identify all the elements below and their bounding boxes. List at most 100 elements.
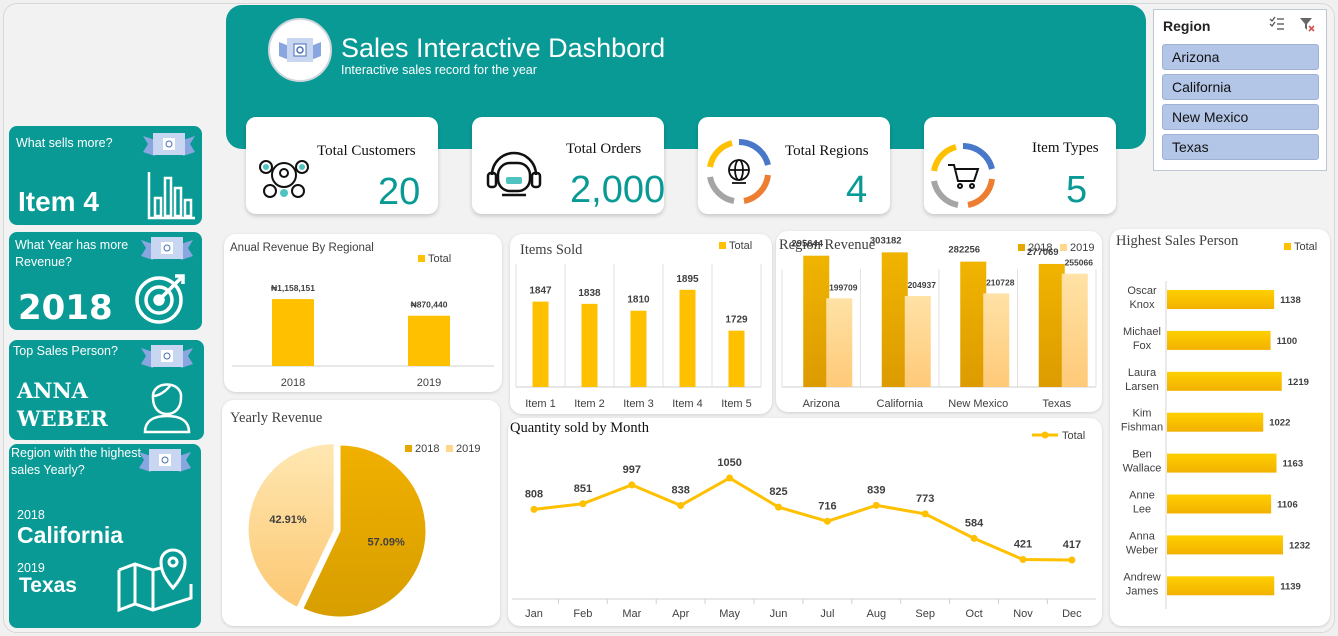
- category-label-first: Michael: [1123, 326, 1161, 338]
- data-label: 42.91%: [269, 514, 307, 526]
- legend-swatch: [1018, 244, 1025, 251]
- card-question: What Year has more Revenue?: [15, 238, 129, 269]
- globe-location-icon: [707, 139, 771, 204]
- data-label: 1163: [1283, 459, 1304, 470]
- kpi-value: 5: [1066, 169, 1088, 211]
- line-point: [530, 505, 538, 513]
- data-label: 255066: [1065, 258, 1094, 268]
- category-label-first: Ben: [1132, 449, 1152, 461]
- tick-label: Texas: [1042, 398, 1071, 410]
- category-label-first: Anna: [1129, 530, 1156, 542]
- bar-2018: [1038, 263, 1065, 387]
- legend-label: 2018: [415, 443, 439, 455]
- bar: [408, 315, 450, 366]
- data-label: 210728: [986, 277, 1015, 287]
- data-label: 1232: [1289, 540, 1310, 551]
- legend-swatch: [1284, 243, 1291, 250]
- data-label: 1219: [1288, 377, 1309, 388]
- data-label: 303182: [870, 235, 902, 246]
- region-revenue-plot: 2018 2019295644199709Arizona303182204937C…: [781, 235, 1097, 410]
- bar-2019: [826, 298, 853, 387]
- tick-label: Item 1: [525, 398, 556, 410]
- year-revenue-card: What Year has more Revenue? 2018: [9, 232, 202, 330]
- data-label: 838: [672, 484, 690, 496]
- bar: [728, 330, 745, 387]
- bar-2018: [960, 261, 987, 387]
- shopping-cart-icon: [931, 143, 995, 208]
- bar: [532, 301, 549, 387]
- slicer-item-california[interactable]: California: [1162, 74, 1319, 100]
- category-label-first: Laura: [1128, 367, 1157, 379]
- data-label: 1050: [717, 457, 741, 469]
- bar: [1167, 290, 1275, 309]
- yearly-revenue-plot: 2018 2019 57.09% 42.91%: [247, 443, 480, 618]
- tick-label: Item 2: [574, 398, 605, 410]
- data-label: 282256: [948, 245, 980, 256]
- tick-label: Item 5: [721, 398, 752, 410]
- tick-label: Item 4: [672, 398, 703, 410]
- tick-label: Apr: [672, 608, 689, 620]
- target-icon: [135, 274, 185, 324]
- tick-label: New Mexico: [948, 398, 1008, 410]
- data-label: 839: [867, 484, 885, 496]
- legend-label: Total: [1062, 430, 1085, 442]
- slicer-title: Region: [1163, 18, 1211, 34]
- kpi-card-item-types: Item Types 5: [924, 117, 1116, 214]
- slicer-item-texas[interactable]: Texas: [1162, 134, 1319, 160]
- card-question: Top Sales Person?: [13, 344, 118, 358]
- tick-label: May: [719, 608, 740, 620]
- logo-icon: [279, 38, 321, 62]
- data-label: 1022: [1269, 418, 1290, 429]
- data-label: ₦1,158,151: [271, 283, 315, 293]
- legend-label: Total: [428, 253, 451, 265]
- year-1-label: 2018: [17, 508, 45, 522]
- clear-filter-icon[interactable]: [1298, 16, 1316, 32]
- card-answer-line1: ANNA: [17, 378, 88, 403]
- legend-label: Total: [1294, 241, 1317, 253]
- tick-label: Item 3: [623, 398, 654, 410]
- card-answer-line2: WEBER: [17, 406, 108, 431]
- slicer-item-arizona[interactable]: Arizona: [1162, 44, 1319, 70]
- bar: [1167, 453, 1277, 473]
- data-label: 1138: [1280, 295, 1301, 306]
- category-label-last: Larsen: [1125, 381, 1159, 393]
- line-point: [921, 510, 929, 518]
- line-point: [872, 501, 880, 509]
- bar-2019: [1061, 273, 1088, 387]
- bar: [1167, 494, 1272, 514]
- page-subtitle: Interactive sales record for the year: [341, 63, 537, 77]
- tick-label: 2019: [417, 377, 441, 389]
- data-label: 57.09%: [367, 536, 405, 548]
- data-label: 295644: [791, 239, 823, 250]
- category-label-first: Andrew: [1123, 571, 1160, 583]
- card-question: Region with the highest sales Yearly?: [11, 446, 141, 477]
- legend-swatch: [719, 242, 726, 249]
- tick-label: Feb: [573, 608, 592, 620]
- legend-label: 2019: [1070, 242, 1094, 254]
- line-point: [1068, 556, 1076, 564]
- bar: [1167, 535, 1283, 555]
- tick-label: Jul: [820, 608, 834, 620]
- bar-2018: [803, 255, 830, 387]
- quantity-by-month-chart: Quantity sold by Month Total 808 Jan 851 Feb…: [508, 418, 1102, 626]
- kpi-label: Total Orders: [566, 141, 642, 157]
- bar: [1167, 330, 1271, 350]
- tick-label: 2018: [281, 377, 305, 389]
- data-label: 1810: [627, 295, 650, 306]
- slicer-item-new-mexico[interactable]: New Mexico: [1162, 104, 1319, 130]
- line-point: [579, 500, 587, 508]
- multi-select-icon[interactable]: [1268, 16, 1286, 32]
- kpi-card-regions: Total Regions 4: [698, 117, 890, 214]
- bar: [630, 310, 647, 387]
- year-2-label: 2019: [17, 561, 45, 575]
- bar-chart-icon: [147, 172, 195, 220]
- page-title: Sales Interactive Dashbord: [341, 33, 666, 63]
- ribbon-badge-icon: [139, 449, 191, 472]
- line-point: [726, 474, 734, 482]
- category-label-last: Wallace: [1123, 463, 1162, 475]
- kpi-label: Item Types: [1032, 140, 1099, 156]
- data-label: 716: [818, 500, 836, 512]
- highest-sales-person-plot: Total Oscar Knox 1138 Michael Fox 1100 Laura Lar…: [1121, 241, 1317, 609]
- card-question: What sells more?: [16, 136, 113, 150]
- tick-label: Nov: [1013, 608, 1033, 620]
